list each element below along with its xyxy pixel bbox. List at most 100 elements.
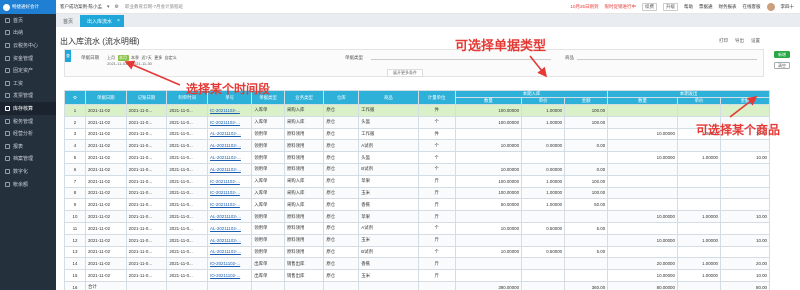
upgrade-button[interactable]: 升级 [663, 2, 678, 11]
table-row[interactable]: 10 2021-11-02 2021-11-0... 2021-11-0... AL-2… [64, 210, 771, 223]
sidebar-item[interactable]: 数字化 [0, 165, 56, 178]
table-row[interactable]: 11 2021-11-02 2021-11-0... 2021-11-0... AL-2… [64, 221, 771, 235]
expand-filter-button[interactable]: 展开更多条件 [387, 69, 423, 77]
close-icon[interactable]: × [117, 18, 120, 24]
col-in-price[interactable]: 单价 [521, 97, 566, 105]
gear-icon[interactable]: ⚙ [115, 4, 119, 10]
sidebar-item[interactable]: 工资 [0, 77, 56, 90]
col-biz-type[interactable]: 业务类型 [283, 90, 325, 105]
doc-number-link[interactable]: IC-20211102-... [207, 115, 253, 129]
sidebar-item[interactable]: 税务管理 [0, 115, 56, 128]
table-cell: 13 [64, 245, 86, 259]
col-out-amount[interactable]: 金额 [719, 97, 771, 105]
help-link[interactable]: 帮助 [684, 4, 693, 10]
sidebar-item[interactable]: 出纳 [0, 27, 56, 40]
sidebar-item[interactable]: 档案管理 [0, 153, 56, 166]
export-button[interactable]: 导出 [735, 38, 744, 44]
doc-number-link[interactable]: IC-20211102-... [207, 174, 253, 188]
sidebar-nav: 首页出纳 云税务中心 资金管理 固定资产 工资 发票管理 库存核算 税务管理 经营分析 报表 档案管… [0, 14, 56, 190]
table-cell: 领用单 [251, 245, 285, 259]
tab-stock-flow[interactable]: 出入库流水 × [80, 15, 124, 27]
table-cell [251, 280, 285, 290]
col-unit[interactable]: 计量单位 [417, 90, 456, 105]
bills-link[interactable]: 票据通 [699, 4, 713, 10]
col-in-amount[interactable]: 金额 [564, 97, 609, 105]
product-select[interactable] [577, 55, 757, 60]
table-cell [283, 280, 325, 290]
account-selector[interactable]: 客户成功案例-陈小孟 [60, 4, 102, 10]
table-row[interactable]: 4 2021-11-02 2021-11-0... 2021-11-0... AL-20… [64, 139, 771, 153]
table-cell: 原料领用 [283, 210, 325, 223]
sidebar-item[interactable]: 库存核算 [0, 102, 56, 115]
table-row[interactable]: 8 2021-11-02 2021-11-0... 2021-11-0... IC-20… [64, 186, 771, 200]
col-in-qty[interactable]: 数量 [454, 97, 523, 105]
sidebar-item[interactable]: 首页 [0, 14, 56, 27]
doc-number-link[interactable]: AL-20211102-... [207, 162, 253, 176]
table-row[interactable]: 7 2021-11-02 2021-11-0... 2021-11-0... IC-20… [64, 174, 771, 188]
doc-number-link[interactable]: AL-20211102-... [207, 139, 253, 153]
page-tools: 打印 导出 设置 [719, 38, 760, 44]
print-button[interactable]: 打印 [719, 38, 728, 44]
total-row[interactable]: 16 合计 390.00000 360.00 80.00000 80.00 [64, 280, 771, 290]
doc-number-link[interactable]: IO-20211102-... [207, 257, 253, 271]
table-row[interactable]: 3 2021-11-02 2021-11-0... 2021-11-0... AL-20… [64, 127, 771, 141]
table-cell: 20.00000 [607, 257, 678, 271]
table-cell: 2021-11-02 [84, 221, 127, 235]
promo-text[interactable]: 10月25日刚到 [570, 4, 598, 10]
table-row[interactable]: 9 2021-11-02 2021-11-0... 2021-11-0... IC-20… [64, 198, 771, 212]
sidebar-item[interactable]: 云税务中心 [0, 39, 56, 52]
col-out-qty[interactable]: 数量 [607, 97, 678, 105]
sidebar-item[interactable]: 发票管理 [0, 90, 56, 103]
renew-button[interactable]: 续费 [642, 2, 657, 11]
page-title: 出入库流水 (流水明细) [60, 37, 140, 46]
table-row[interactable]: 6 2021-11-02 2021-11-0... 2021-11-0... AL-20… [64, 162, 771, 176]
chevron-down-icon[interactable]: ▾ [107, 4, 110, 10]
doc-number-link[interactable]: AL-20211102-... [207, 127, 253, 141]
table-row[interactable]: 5 2021-11-02 2021-11-0... 2021-11-0... AL-20… [64, 151, 771, 164]
col-post-date[interactable]: 记账日期 [125, 90, 168, 105]
date-range[interactable]: 2021-11-01 ~ 2021-11-30 [107, 61, 152, 66]
doc-number-link[interactable]: IC-20211102-... [207, 198, 253, 212]
period-option[interactable]: 自定义 [165, 55, 177, 61]
user-name[interactable]: 李四十 [781, 4, 795, 10]
tab-home[interactable]: 首页 [56, 15, 80, 27]
doc-number-link[interactable]: AL-20211102-... [207, 151, 253, 164]
doc-number-link[interactable]: AL-20211102-... [207, 210, 253, 223]
period-option[interactable]: 更多 [154, 55, 162, 61]
doc-number-link[interactable]: AL-20211102-... [207, 221, 253, 235]
table-cell: 5.00 [564, 245, 609, 259]
app-logo[interactable]: 畅捷通好会计 [0, 0, 56, 14]
table-row[interactable]: 12 2021-11-02 2021-11-0... 2021-11-0... AL-2… [64, 233, 771, 247]
doc-number-link[interactable]: IC-20211102-... [207, 186, 253, 200]
avatar[interactable] [766, 2, 775, 11]
sidebar-item[interactable]: 固定资产 [0, 64, 56, 77]
settings-icon[interactable]: ⚙ [64, 90, 86, 105]
add-button[interactable]: 新增 [774, 51, 790, 58]
table-row[interactable]: 14 2021-11-02 2021-11-0... 2021-11-0... IO-2… [64, 257, 771, 271]
doc-number-link[interactable]: IC-20211102-... [207, 104, 253, 117]
col-out-price[interactable]: 单价 [676, 97, 721, 105]
table-row[interactable]: 13 2021-11-02 2021-11-0... 2021-11-0... AL-2… [64, 245, 771, 259]
doc-number-link[interactable]: IO-20211102-... [207, 269, 253, 282]
sidebar-item[interactable]: 帐余额 [0, 178, 56, 191]
table-row[interactable]: 1 2021-11-02 2021-11-0... 2021-11-0... IC-20… [64, 104, 771, 117]
doc-number-link[interactable]: AL-20211102-... [207, 245, 253, 259]
table-row[interactable]: 2 2021-11-02 2021-11-0... 2021-11-0... IC-20… [64, 115, 771, 129]
sidebar-item-label: 首页 [13, 17, 24, 24]
support-link[interactable]: 在线客服 [743, 4, 761, 10]
sidebar-item[interactable]: 报表 [0, 140, 56, 153]
doc-type-select[interactable] [371, 55, 551, 60]
clear-button[interactable]: 清空 [774, 62, 790, 69]
promo-text-2[interactable]: 限时促销进行中 [605, 4, 637, 10]
col-warehouse[interactable]: 仓库 [323, 90, 360, 105]
table-row[interactable]: 15 2021-11-02 2021-11-0... 2021-11-0... IO-2… [64, 269, 771, 282]
col-product[interactable]: 商品 [358, 90, 419, 105]
doc-number-link[interactable]: AL-20211102-... [207, 233, 253, 247]
table-cell: 1.00000 [521, 104, 566, 117]
menu-icon [5, 156, 10, 162]
settings-button[interactable]: 设置 [751, 38, 760, 44]
reports-link[interactable]: 财务报表 [719, 4, 737, 10]
col-doc-date[interactable]: 单据日期 [84, 90, 127, 105]
sidebar-item[interactable]: 资金管理 [0, 52, 56, 65]
sidebar-item[interactable]: 经营分析 [0, 127, 56, 140]
